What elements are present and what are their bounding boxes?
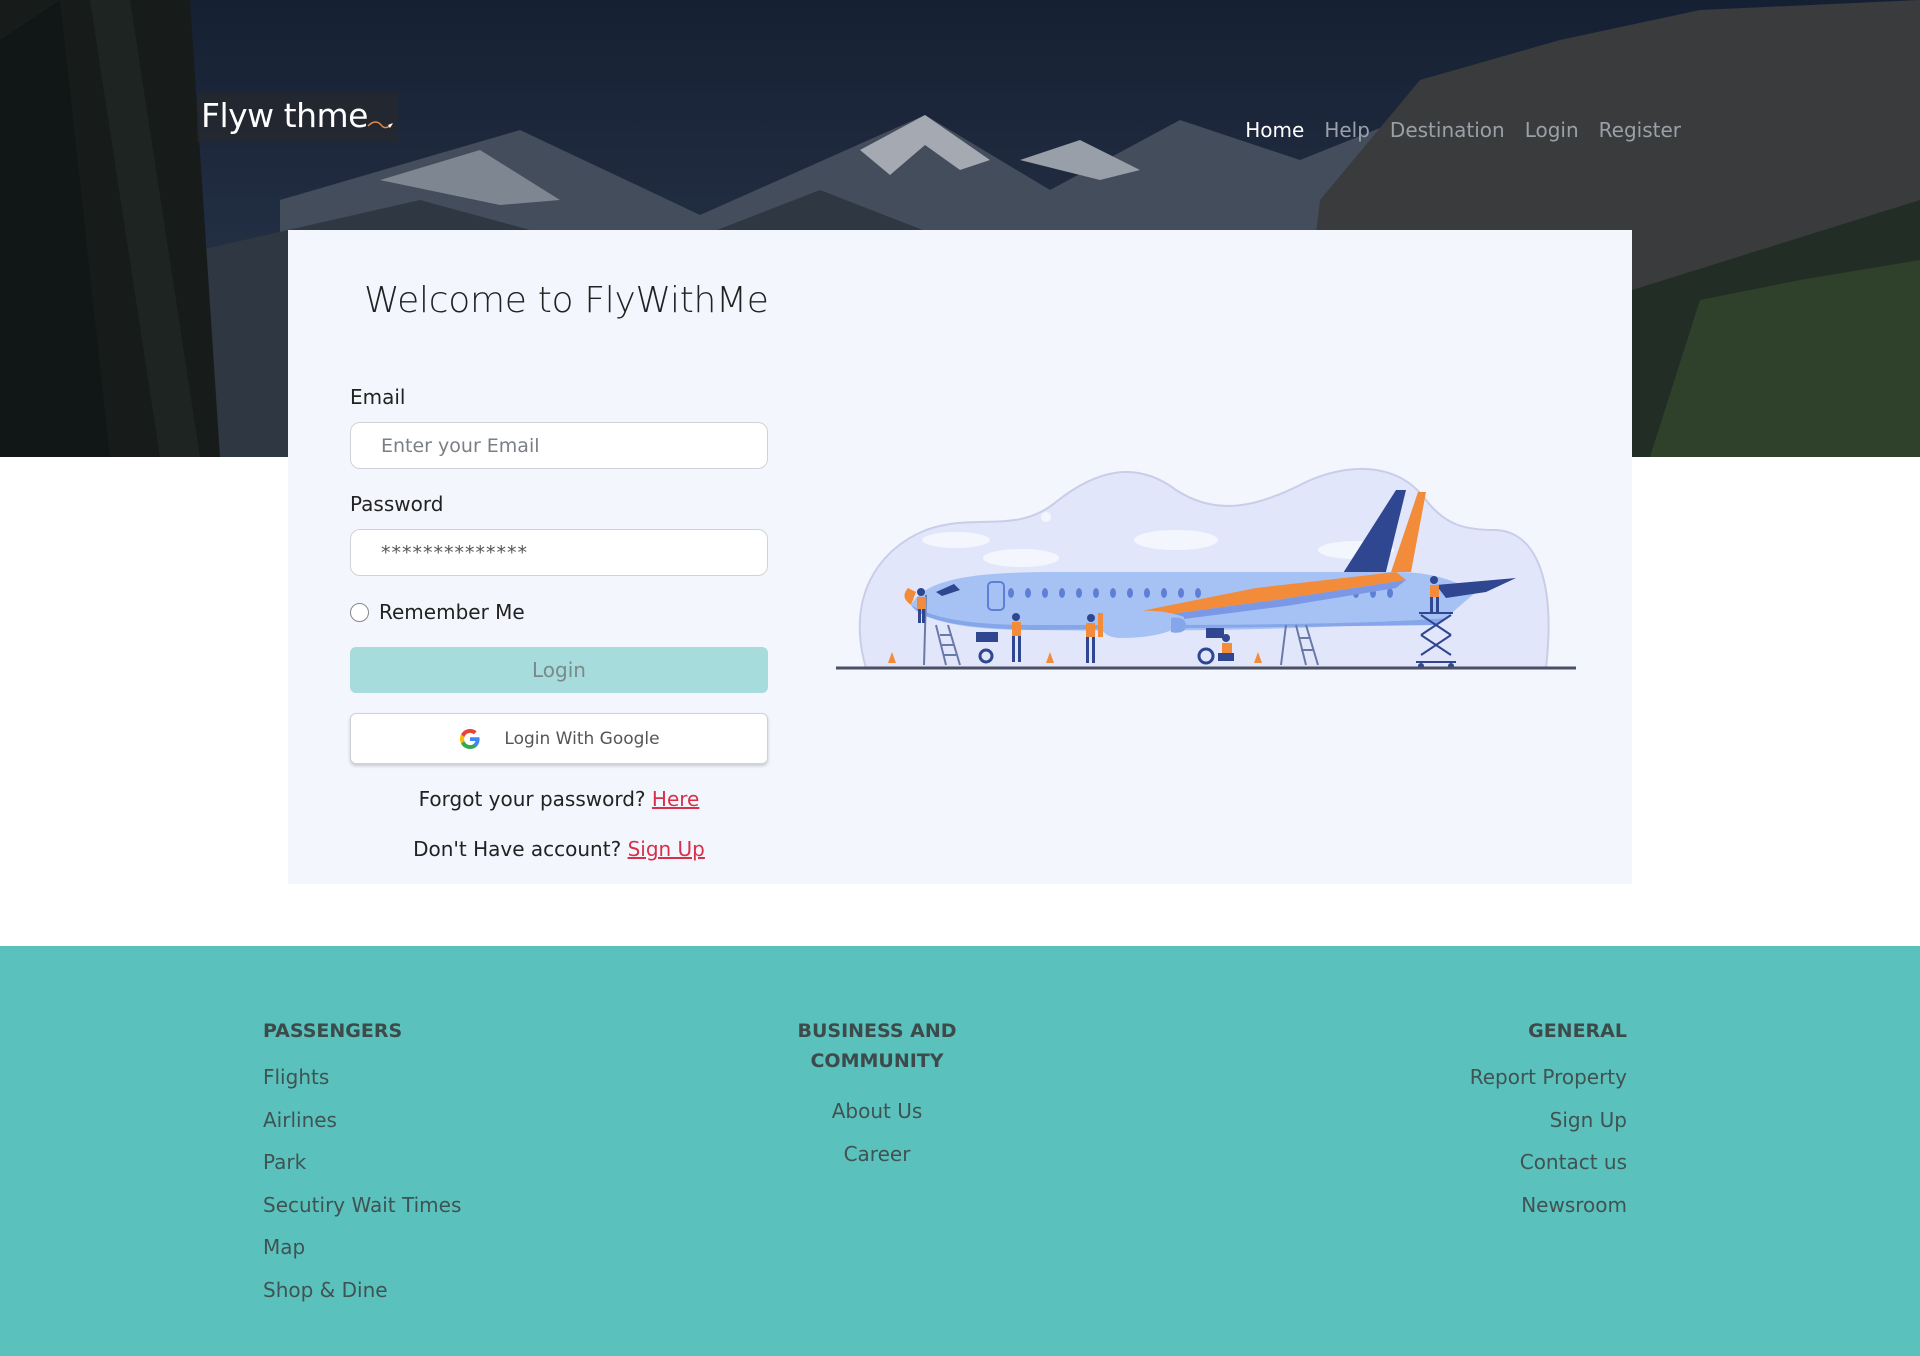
login-button[interactable]: Login xyxy=(350,647,768,693)
footer-link-career[interactable]: Career xyxy=(757,1141,997,1167)
signup-line: Don't Have account? Sign Up xyxy=(350,837,768,861)
login-with-google-button[interactable]: Login With Google xyxy=(350,713,768,764)
nav-help[interactable]: Help xyxy=(1324,118,1370,142)
footer-link-report-property[interactable]: Report Property xyxy=(1470,1064,1627,1090)
footer-passengers-heading: PASSENGERS xyxy=(263,1020,403,1042)
signup-text: Don't Have account? xyxy=(413,837,622,861)
site-footer: PASSENGERS Flights Airlines Park Secutir… xyxy=(0,946,1920,1356)
footer-link-flights[interactable]: Flights xyxy=(263,1064,461,1090)
google-button-label: Login With Google xyxy=(504,728,660,749)
footer-business-heading-line1: BUSINESS AND xyxy=(797,1020,957,1042)
airplane-maintenance-illustration xyxy=(836,467,1576,670)
footer-link-sign-up[interactable]: Sign Up xyxy=(1470,1107,1627,1133)
footer-business-column: BUSINESS AND COMMUNITY About Us Career xyxy=(757,1016,997,1183)
remember-me-option[interactable]: Remember Me xyxy=(350,600,525,624)
forgot-password-link[interactable]: Here xyxy=(652,787,699,811)
nav-destination[interactable]: Destination xyxy=(1390,118,1505,142)
footer-link-contact-us[interactable]: Contact us xyxy=(1470,1149,1627,1175)
password-input[interactable] xyxy=(350,529,768,576)
footer-business-heading: BUSINESS AND COMMUNITY xyxy=(757,1016,997,1076)
nav-register[interactable]: Register xyxy=(1599,118,1681,142)
footer-link-security-wait-times[interactable]: Secutiry Wait Times xyxy=(263,1192,461,1218)
footer-link-map[interactable]: Map xyxy=(263,1234,461,1260)
nav-login[interactable]: Login xyxy=(1525,118,1579,142)
footer-link-about-us[interactable]: About Us xyxy=(757,1098,997,1124)
footer-passengers-column: PASSENGERS Flights Airlines Park Secutir… xyxy=(263,1016,461,1319)
forgot-password-text: Forgot your password? xyxy=(418,787,646,811)
forgot-password-line: Forgot your password? Here xyxy=(350,787,768,811)
signup-link[interactable]: Sign Up xyxy=(628,837,705,861)
footer-link-shop-dine[interactable]: Shop & Dine xyxy=(263,1277,461,1303)
password-label: Password xyxy=(350,492,444,516)
login-card: Welcome to FlyWithMe Email Password Reme… xyxy=(288,230,1632,884)
email-label: Email xyxy=(350,385,406,409)
google-icon xyxy=(460,728,480,749)
footer-link-park[interactable]: Park xyxy=(263,1149,461,1175)
nav-home[interactable]: Home xyxy=(1245,118,1304,142)
footer-link-airlines[interactable]: Airlines xyxy=(263,1107,461,1133)
logo-text: Flyw thme xyxy=(201,96,368,135)
remember-me-label: Remember Me xyxy=(379,600,525,624)
footer-general-heading: GENERAL xyxy=(1528,1020,1627,1042)
site-logo[interactable]: Flyw thme xyxy=(197,92,398,142)
main-nav: Home Help Destination Login Register xyxy=(1245,118,1681,142)
footer-business-heading-line2: COMMUNITY xyxy=(810,1050,944,1072)
email-input[interactable] xyxy=(350,422,768,469)
plane-swoosh-icon xyxy=(367,121,393,129)
remember-me-radio[interactable] xyxy=(350,602,369,622)
page-title: Welcome to FlyWithMe xyxy=(364,280,769,321)
footer-link-newsroom[interactable]: Newsroom xyxy=(1470,1192,1627,1218)
footer-general-column: GENERAL Report Property Sign Up Contact … xyxy=(1470,1016,1627,1234)
